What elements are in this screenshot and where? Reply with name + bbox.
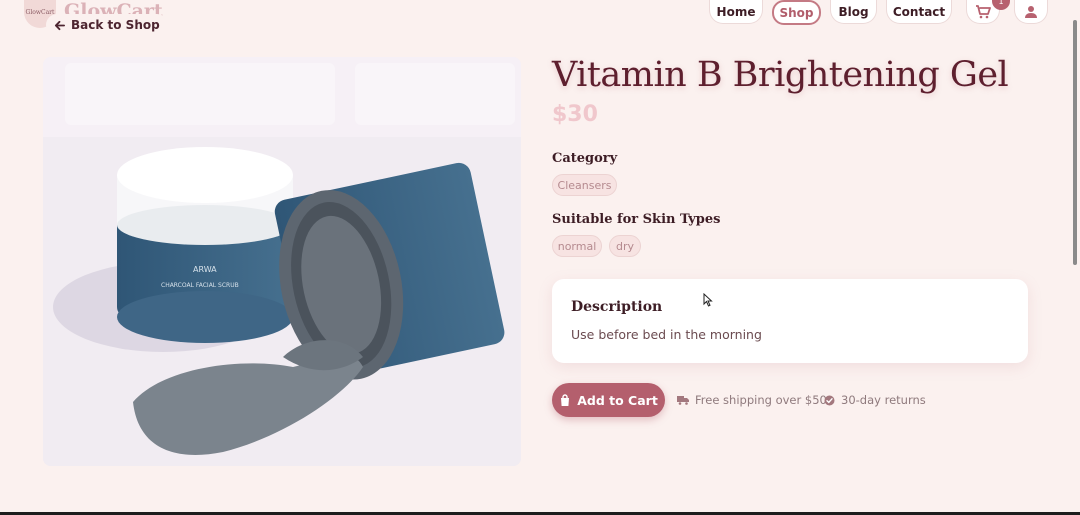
page-scrollbar[interactable]	[1070, 0, 1080, 515]
nav-contact[interactable]: Contact	[886, 0, 952, 24]
product-price: $30	[552, 102, 598, 127]
nav-contact-label: Contact	[892, 4, 946, 19]
svg-text:CHARCOAL FACIAL SCRUB: CHARCOAL FACIAL SCRUB	[161, 282, 239, 289]
nav-blog-label: Blog	[838, 4, 869, 19]
perk-returns-text: 30-day returns	[841, 393, 926, 407]
category-tags: Cleansers	[552, 174, 752, 196]
product-image: ARWA CHARCOAL FACIAL SCRUB	[43, 57, 521, 466]
perk-returns: 30-day returns	[824, 393, 926, 407]
shopping-bag-icon	[561, 393, 570, 406]
check-circle-icon	[824, 395, 835, 405]
category-label: Category	[552, 151, 618, 166]
category-tag[interactable]: Cleansers	[552, 174, 617, 196]
description-title: Description	[571, 299, 663, 315]
user-button[interactable]	[1014, 0, 1048, 24]
perk-shipping-text: Free shipping over $50	[695, 393, 827, 407]
nav-blog[interactable]: Blog	[830, 0, 877, 24]
svg-text:ARWA: ARWA	[193, 265, 217, 274]
truck-icon	[677, 396, 689, 405]
skin-type-tag[interactable]: normal	[552, 235, 602, 257]
user-icon	[1025, 5, 1037, 18]
add-to-cart-label: Add to Cart	[577, 392, 658, 408]
nav-home[interactable]: Home	[709, 0, 763, 24]
nav-home-label: Home	[716, 4, 756, 19]
description-card: Description Use before bed in the mornin…	[552, 279, 1028, 363]
skin-type-tags: normal dry	[552, 235, 752, 257]
nav-shop[interactable]: Shop	[772, 0, 821, 25]
perk-shipping: Free shipping over $50	[677, 393, 827, 407]
back-to-shop-label: Back to Shop	[71, 18, 160, 32]
product-title: Vitamin B Brightening Gel	[552, 55, 1009, 95]
nav-shop-label: Shop	[779, 5, 814, 20]
description-text: Use before bed in the morning	[571, 327, 762, 342]
arrow-left-icon	[54, 20, 65, 30]
skin-types-label: Suitable for Skin Types	[552, 212, 721, 227]
mouse-cursor-icon	[703, 293, 713, 307]
skin-type-tag[interactable]: dry	[609, 235, 641, 257]
back-to-shop-link[interactable]: Back to Shop	[46, 14, 168, 36]
cart-icon	[976, 4, 991, 18]
product-photo: ARWA CHARCOAL FACIAL SCRUB	[43, 57, 521, 466]
scrollbar-thumb[interactable]	[1073, 20, 1077, 265]
add-to-cart-button[interactable]: Add to Cart	[552, 383, 665, 417]
top-navigation: GlowCart GlowCart Back to Shop Home Shop…	[0, 0, 1080, 40]
